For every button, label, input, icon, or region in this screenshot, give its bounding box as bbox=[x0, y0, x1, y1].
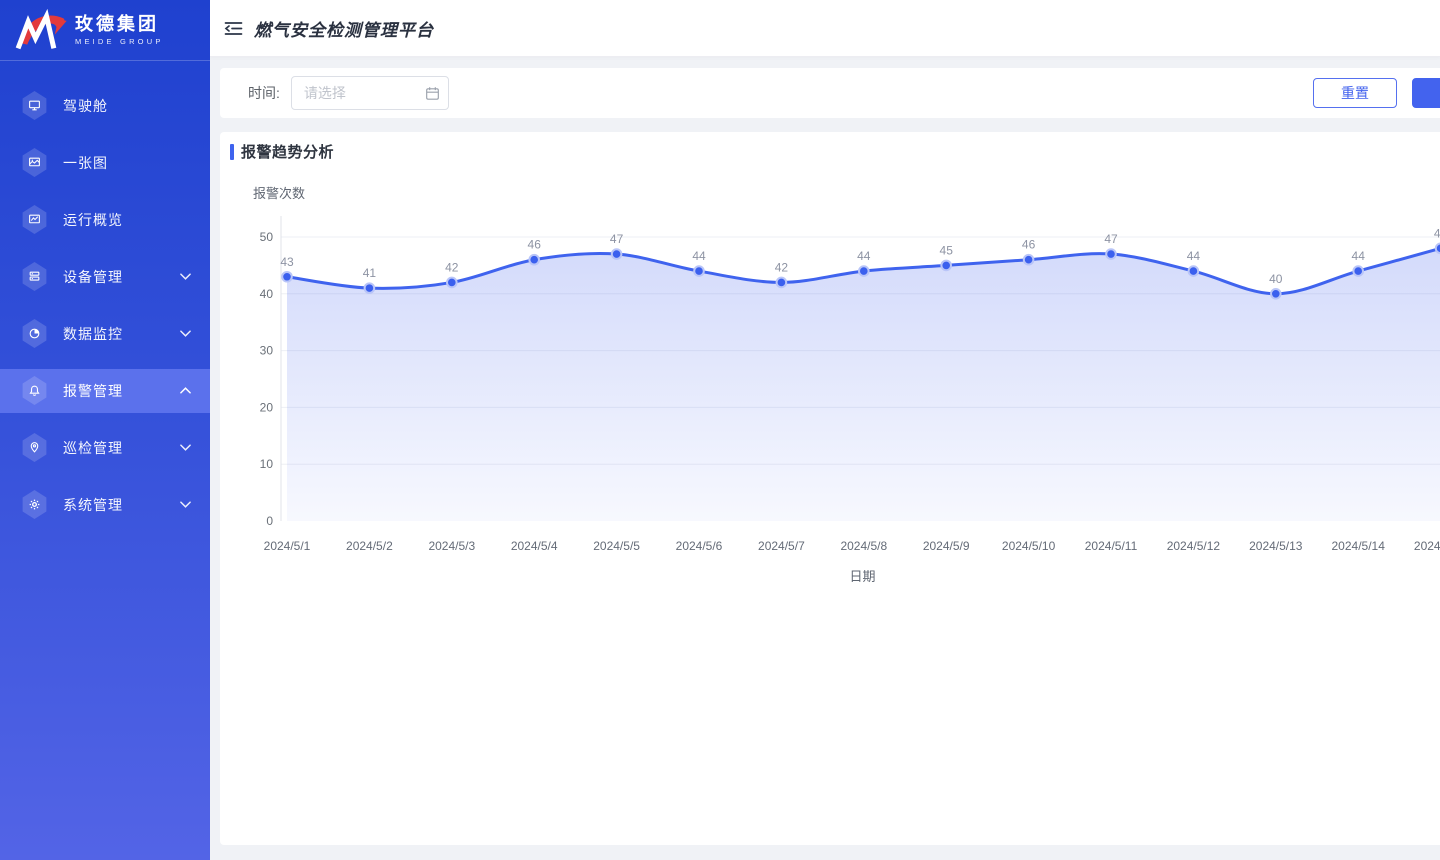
system-settings-icon bbox=[21, 490, 48, 519]
sidebar-item-inspection-management[interactable]: 巡检管理 bbox=[0, 419, 210, 476]
data-monitor-icon bbox=[21, 319, 48, 348]
svg-text:2024/5/7: 2024/5/7 bbox=[758, 539, 805, 553]
sidebar-item-label: 设备管理 bbox=[63, 267, 123, 287]
svg-text:30: 30 bbox=[260, 344, 274, 358]
sidebar-item-label: 报警管理 bbox=[63, 381, 123, 401]
sidebar-collapse-icon[interactable] bbox=[224, 20, 243, 37]
x-axis-title: 日期 bbox=[820, 566, 905, 585]
svg-text:2024/5/6: 2024/5/6 bbox=[676, 539, 723, 553]
sidebar-item-label: 数据监控 bbox=[63, 324, 123, 344]
svg-text:20: 20 bbox=[260, 400, 274, 414]
svg-text:47: 47 bbox=[610, 232, 624, 246]
sidebar-item-alarm-management[interactable]: 报警管理 bbox=[0, 362, 210, 419]
svg-text:2024/5/1: 2024/5/1 bbox=[264, 539, 311, 553]
svg-text:42: 42 bbox=[775, 260, 789, 274]
svg-text:45: 45 bbox=[940, 243, 954, 257]
svg-text:46: 46 bbox=[1022, 238, 1036, 252]
svg-text:2024/5/11: 2024/5/11 bbox=[1085, 539, 1138, 553]
alarm-management-icon bbox=[21, 376, 48, 405]
svg-text:41: 41 bbox=[363, 266, 377, 280]
sidebar-item-label: 巡检管理 bbox=[63, 438, 123, 458]
svg-text:2024/5/3: 2024/5/3 bbox=[428, 539, 475, 553]
svg-text:46: 46 bbox=[528, 238, 542, 252]
time-filter-label: 时间: bbox=[248, 83, 280, 103]
time-picker-input[interactable] bbox=[291, 76, 449, 110]
sidebar-item-one-map[interactable]: 一张图 bbox=[0, 134, 210, 191]
svg-text:40: 40 bbox=[1269, 272, 1283, 286]
reset-button[interactable]: 重置 bbox=[1313, 78, 1397, 108]
alarm-trend-line-chart: 0 10 20 30 40 50 43 2024/5/1 41 2024/5/2 42 2024/5/… bbox=[220, 132, 1440, 592]
sidebar-item-cockpit[interactable]: 驾驶舱 bbox=[0, 77, 210, 134]
svg-text:44: 44 bbox=[1352, 249, 1366, 263]
svg-text:44: 44 bbox=[692, 249, 706, 263]
svg-text:0: 0 bbox=[266, 514, 273, 528]
chevron-down-icon bbox=[180, 330, 191, 337]
chevron-down-icon bbox=[180, 444, 191, 451]
brand-name-en: MEIDE GROUP bbox=[75, 37, 164, 46]
svg-text:50: 50 bbox=[260, 230, 274, 244]
one-map-icon bbox=[21, 148, 48, 177]
device-management-icon bbox=[21, 262, 48, 291]
top-header: 燃气安全检测管理平台 bbox=[210, 0, 1440, 57]
svg-text:2024/5/4: 2024/5/4 bbox=[511, 539, 558, 553]
chevron-down-icon bbox=[180, 273, 191, 280]
sidebar-item-label: 一张图 bbox=[63, 153, 108, 173]
svg-text:2024/5/9: 2024/5/9 bbox=[923, 539, 970, 553]
chevron-down-icon bbox=[180, 501, 191, 508]
svg-text:2024/5/13: 2024/5/13 bbox=[1249, 539, 1303, 553]
svg-text:44: 44 bbox=[1187, 249, 1201, 263]
svg-text:2024/5/15: 2024/5/15 bbox=[1414, 539, 1440, 553]
alarm-trend-card: 报警趋势分析 报警次数 01020304050432024/5/1412024/… bbox=[220, 132, 1440, 845]
svg-text:2024/5/2: 2024/5/2 bbox=[346, 539, 393, 553]
chevron-up-icon bbox=[180, 387, 191, 394]
sidebar-nav: 驾驶舱 一张图 运行概览 设备管理 bbox=[0, 61, 210, 533]
sidebar-item-operation-overview[interactable]: 运行概览 bbox=[0, 191, 210, 248]
svg-text:10: 10 bbox=[260, 457, 274, 471]
svg-text:40: 40 bbox=[260, 287, 274, 301]
svg-text:2024/5/10: 2024/5/10 bbox=[1002, 539, 1056, 553]
sidebar-item-label: 系统管理 bbox=[63, 495, 123, 515]
svg-text:42: 42 bbox=[445, 260, 459, 274]
platform-title: 燃气安全检测管理平台 bbox=[254, 16, 434, 41]
svg-text:48: 48 bbox=[1434, 226, 1440, 240]
query-button[interactable]: 查询 bbox=[1412, 78, 1440, 108]
sidebar-item-system-management[interactable]: 系统管理 bbox=[0, 476, 210, 533]
svg-text:47: 47 bbox=[1104, 232, 1118, 246]
sidebar: 玫德集团 MEIDE GROUP 驾驶舱 一张图 运行概览 bbox=[0, 0, 210, 860]
svg-text:2024/5/12: 2024/5/12 bbox=[1167, 539, 1221, 553]
svg-text:2024/5/8: 2024/5/8 bbox=[840, 539, 887, 553]
sidebar-item-device-management[interactable]: 设备管理 bbox=[0, 248, 210, 305]
svg-text:2024/5/5: 2024/5/5 bbox=[593, 539, 640, 553]
operation-overview-icon bbox=[21, 205, 48, 234]
brand-logo: 玫德集团 MEIDE GROUP bbox=[0, 0, 210, 61]
svg-text:44: 44 bbox=[857, 249, 871, 263]
svg-text:43: 43 bbox=[280, 255, 294, 269]
sidebar-item-label: 驾驶舱 bbox=[63, 96, 108, 116]
sidebar-item-data-monitor[interactable]: 数据监控 bbox=[0, 305, 210, 362]
inspection-icon bbox=[21, 433, 48, 462]
meide-logo-icon bbox=[13, 8, 69, 52]
filter-bar: 时间: 重置 查询 bbox=[220, 68, 1440, 118]
cockpit-dashboard-icon bbox=[21, 91, 48, 120]
brand-name-cn: 玫德集团 bbox=[75, 14, 164, 34]
svg-text:2024/5/14: 2024/5/14 bbox=[1332, 539, 1386, 553]
sidebar-item-label: 运行概览 bbox=[63, 210, 123, 230]
